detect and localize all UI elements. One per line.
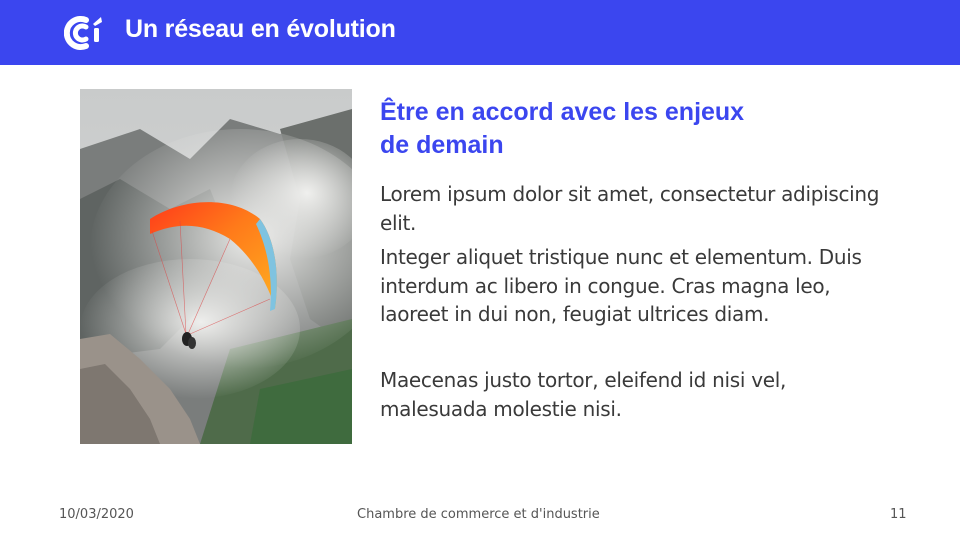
slide-header: Un réseau en évolution	[0, 0, 960, 65]
footer-date: 10/03/2020	[59, 507, 134, 522]
section-subtitle: Être en accord avec les enjeux de demain	[380, 96, 840, 162]
slide-title: Un réseau en évolution	[125, 15, 396, 43]
cci-logo-icon	[64, 16, 102, 50]
body-paragraph-2: Integer aliquet tristique nunc et elemen…	[380, 245, 862, 326]
body-paragraph-3: Maecenas justo tortor, eleifend id nisi …	[380, 368, 787, 421]
body-paragraph-1: Lorem ipsum dolor sit amet, consectetur …	[380, 182, 880, 235]
footer-organization: Chambre de commerce et d'industrie	[357, 507, 600, 522]
paraglider-photo	[80, 89, 352, 444]
footer-page-number: 11	[890, 507, 907, 522]
subtitle-line-2: de demain	[380, 131, 504, 159]
subtitle-line-1: Être en accord avec les enjeux	[380, 98, 745, 126]
